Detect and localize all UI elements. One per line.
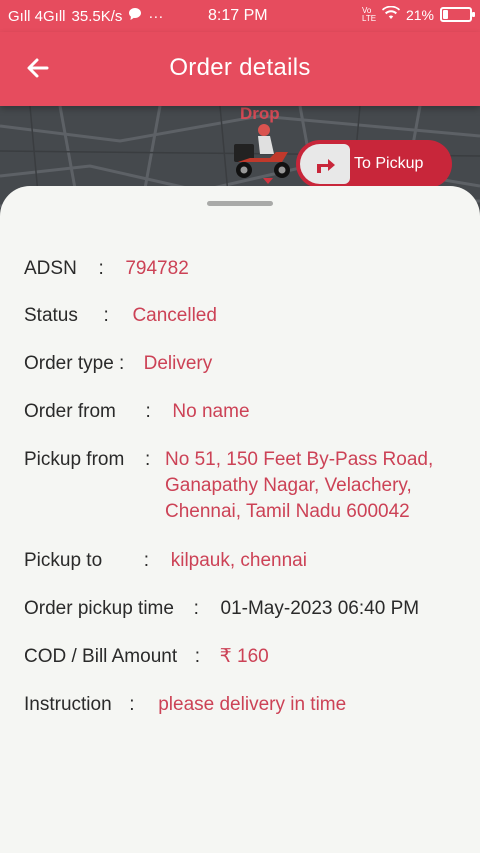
pickup-address-line: No 51, 150 Feet By-Pass Road, [165,449,434,470]
status-row: Status : Cancelled [24,303,217,329]
order-type-row: Order type : Delivery [24,351,212,377]
pickup-time-row: Order pickup time : 01-May-2023 06:40 PM [24,596,419,622]
instruction-value: please delivery in time [158,694,347,715]
pickup-to-label: Pickup to [24,550,103,571]
to-pickup-label: To Pickup [354,155,424,172]
status-badge: Cancelled [132,305,217,326]
status-separator: : [103,305,109,326]
wifi-icon [381,5,400,23]
clock: 8:17 PM [208,7,268,24]
pickup-from-row: Pickup from : [24,447,158,473]
order-type-label: Order type : [24,353,125,374]
to-pickup-button[interactable]: To Pickup [296,140,452,188]
battery-icon [440,7,475,22]
pickup-from-address: No 51, 150 Feet By-Pass Road, Ganapathy … [165,447,465,525]
adsn-row: ADSN : 794782 [24,256,189,282]
instruction-row: Instruction : please delivery in time [24,692,346,718]
bill-amount-value: ₹ 160 [219,646,269,667]
bill-amount-separator: : [194,646,201,667]
adsn-label: ADSN [24,258,77,279]
order-from-label: Order from [24,401,116,422]
pickup-from-separator: : [144,449,151,470]
pickup-time-value: 01-May-2023 06:40 PM [220,598,420,619]
pickup-time-label: Order pickup time [24,598,174,619]
instruction-separator: : [129,694,135,715]
adsn-separator: : [98,258,104,279]
status-label: Status [24,305,78,326]
pickup-address-line: Chennai, Tamil Nadu 600042 [165,501,410,522]
turn-right-arrow-icon [300,144,350,184]
order-details-sheet: ADSN : 794782 Status : Cancelled Order t… [0,186,480,853]
map-drop-label: Drop [240,104,280,123]
pickup-address-line: Ganapathy Nagar, Velachery, [165,475,412,496]
pickup-to-separator: : [143,550,150,571]
adsn-value: 794782 [125,258,189,279]
order-from-separator: : [145,401,151,422]
chat-bubble-icon [128,7,142,25]
pickup-time-separator: : [193,598,199,619]
more-notifications-icon: ··· [148,7,164,25]
app-bar: Order details [0,32,480,106]
pickup-to-row: Pickup to : kilpauk, chennai [24,548,307,574]
sheet-drag-handle[interactable] [207,201,273,206]
instruction-label: Instruction [24,694,112,715]
pickup-to-value: kilpauk, chennai [170,550,307,571]
battery-fill [443,10,448,19]
volte-indicator: Vo LTE [361,5,377,23]
order-type-value: Delivery [143,353,213,374]
bill-amount-row: COD / Bill Amount : ₹ 160 [24,644,269,670]
signal-indicator: Gıll 4Gıll [8,7,66,25]
bill-amount-label: COD / Bill Amount [24,646,178,667]
pickup-from-label: Pickup from [24,449,125,470]
page-title: Order details [169,54,311,81]
status-bar: Gıll 4Gıll 35.5K/s ··· 8:17 PM Vo LTE 21… [0,0,480,32]
battery-percent: 21% [405,6,434,23]
order-from-value: No name [172,401,250,422]
network-speed: 35.5K/s [71,7,123,25]
delivery-scooter-icon [230,122,296,186]
order-from-row: Order from : No name [24,399,250,425]
